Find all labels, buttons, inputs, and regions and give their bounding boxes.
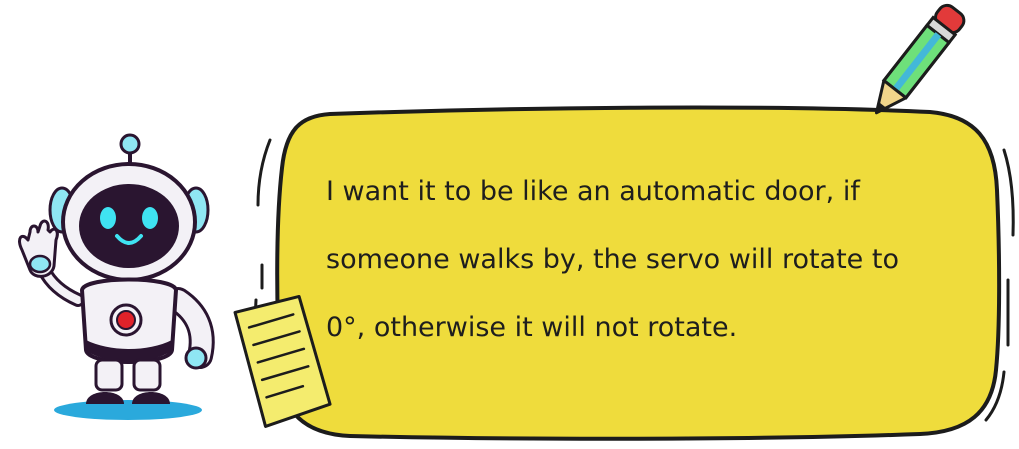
speech-bubble-text: I want it to be like an automatic door, …: [326, 158, 966, 362]
robot-mascot: [18, 133, 215, 420]
pencil-icon: [874, 3, 966, 115]
robot-visor: [79, 184, 179, 268]
robot-foot-left: [86, 392, 124, 404]
robot-leg-right: [132, 358, 162, 392]
robot-leg-left: [94, 358, 124, 392]
robot-eye-right: [142, 207, 158, 229]
robot-hand: [18, 219, 59, 278]
motion-mark-right-1: [1002, 148, 1015, 237]
speech-line-3: 0°, otherwise it will not rotate.: [326, 312, 738, 343]
robot-foot-right: [132, 392, 170, 404]
robot-eye-left: [100, 207, 116, 229]
robot-antenna-tip: [119, 133, 141, 155]
speech-line-2: someone walks by, the servo will rotate …: [326, 244, 899, 275]
robot-chest-button: [116, 310, 136, 330]
comic-scene: I want it to be like an automatic door, …: [0, 0, 1019, 449]
robot-shadow: [54, 400, 202, 420]
motion-mark-left-1: [256, 138, 272, 207]
speech-line-1: I want it to be like an automatic door, …: [326, 176, 860, 207]
